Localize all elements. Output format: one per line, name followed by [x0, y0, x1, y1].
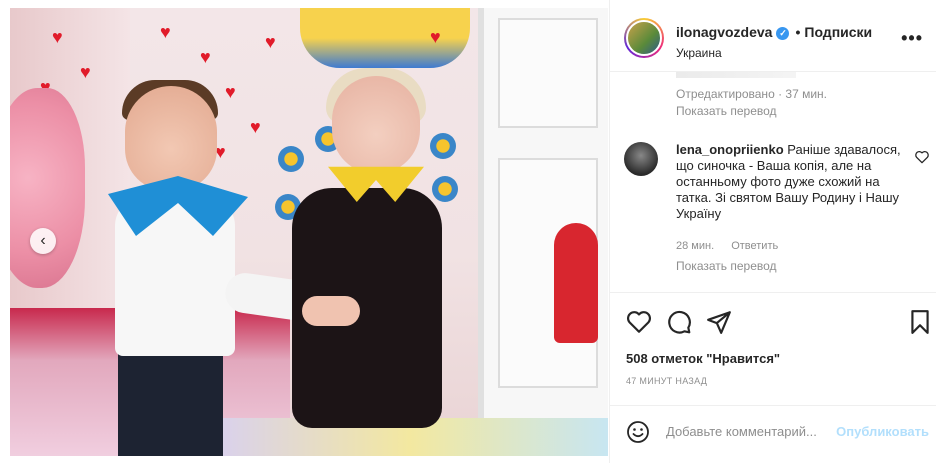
post-photo[interactable]: ♥ ♥ ♥ ♥ ♥ ♥ ♥ ♥ ♥ ♥ ♥ ♥ ‹: [10, 8, 608, 456]
comment-body: lena_onopriienko Раніше здавалося, що си…: [676, 142, 910, 222]
share-paper-plane-icon[interactable]: [706, 309, 732, 335]
comment-meta: 28 мин. Ответить: [676, 240, 792, 252]
publish-button[interactable]: Опубликовать: [836, 424, 929, 439]
reply-button[interactable]: Ответить: [731, 240, 778, 252]
following-button[interactable]: Подписки: [804, 24, 872, 40]
comment-time: 28 мин.: [676, 240, 715, 252]
post-time-ago: 47 МИНУТ НАЗАД: [626, 376, 708, 386]
verified-badge-icon: ✓: [776, 27, 790, 40]
flower-decoration: [430, 133, 456, 159]
post-side-panel: ilonagvozdeva ✓ • Подписки Украина ••• Отре…: [609, 0, 936, 463]
comment-bubble-icon[interactable]: [666, 309, 692, 335]
post-header: ilonagvozdeva ✓ • Подписки Украина •••: [610, 0, 936, 72]
commenter-username[interactable]: lena_onopriienko: [676, 142, 784, 157]
like-heart-icon[interactable]: [626, 309, 652, 335]
photo-rose-decoration: [10, 88, 85, 288]
likes-count[interactable]: 508 отметок "Нравится": [626, 351, 780, 366]
heart-decoration: ♥: [52, 27, 63, 47]
holding-hands: [302, 296, 360, 326]
flower-decoration: [278, 146, 304, 172]
more-options-icon[interactable]: •••: [901, 28, 923, 49]
heart-decoration: ♥: [265, 32, 276, 52]
heart-decoration: ♥: [250, 117, 261, 137]
comment-input[interactable]: [666, 421, 836, 441]
caption-truncated-text: [676, 72, 796, 78]
heart-decoration: ♥: [225, 82, 236, 102]
caption-edited-label: Отредактировано · 37 мин.: [676, 87, 827, 101]
girl-face: [332, 76, 420, 174]
author-line: ilonagvozdeva ✓ • Подписки: [676, 24, 872, 40]
separator-dot: •: [795, 24, 801, 40]
post-location[interactable]: Украина: [676, 46, 722, 60]
caption-show-translation[interactable]: Показать перевод: [676, 104, 777, 118]
boy-pants: [118, 348, 223, 456]
photo-door: [478, 8, 608, 456]
author-username[interactable]: ilonagvozdeva: [676, 24, 772, 40]
heart-decoration: ♥: [200, 47, 211, 67]
author-avatar[interactable]: [624, 18, 664, 58]
emoji-smiley-icon[interactable]: [626, 420, 650, 444]
commenter-avatar[interactable]: [624, 142, 658, 176]
heart-decoration: ♥: [430, 27, 441, 47]
comment-like-heart-icon[interactable]: [914, 150, 930, 164]
carousel-prev-button[interactable]: ‹: [30, 228, 56, 254]
door-silhouette-decoration: [554, 223, 598, 343]
heart-decoration: ♥: [160, 22, 171, 42]
door-panel-top: [498, 18, 598, 128]
heart-decoration: ♥: [80, 62, 91, 82]
photo-banner: [300, 8, 470, 68]
save-bookmark-icon[interactable]: [907, 309, 933, 335]
boy-face: [125, 86, 217, 191]
add-comment-bar: Опубликовать: [610, 405, 936, 455]
chevron-left-icon: ‹: [40, 232, 46, 249]
flower-decoration: [432, 176, 458, 202]
comment-show-translation[interactable]: Показать перевод: [676, 259, 777, 273]
author-avatar-image: [626, 20, 662, 56]
